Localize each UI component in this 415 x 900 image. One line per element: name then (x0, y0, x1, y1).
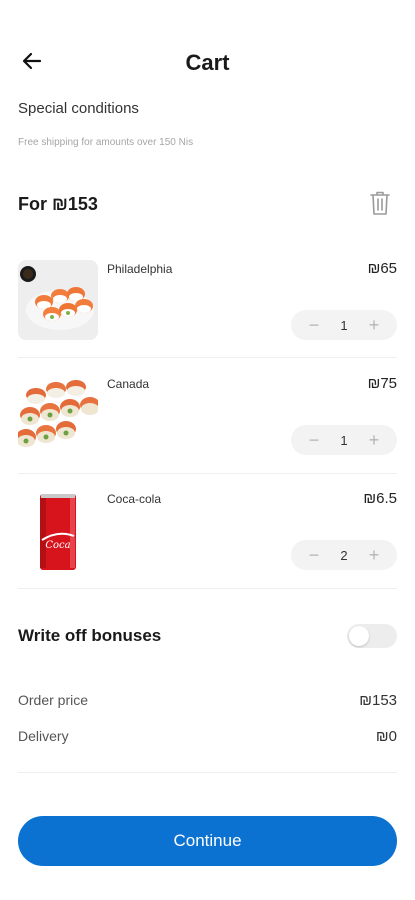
product-image: Coca (18, 490, 98, 570)
page-title: Cart (185, 50, 230, 75)
divider (18, 473, 397, 474)
divider (18, 588, 397, 589)
cart-total-label: For ₪153 (18, 194, 98, 214)
increase-button[interactable]: + (365, 431, 383, 449)
item-name: Philadelphia (107, 262, 173, 276)
svg-text:Coca: Coca (45, 540, 70, 551)
quantity-value: 1 (340, 432, 348, 448)
cart-screen: Cart Special conditions Free shipping fo… (0, 0, 415, 900)
conditions-title: Special conditions (18, 100, 139, 117)
decrease-button[interactable]: − (305, 316, 323, 334)
quantity-stepper: − 1 + (291, 310, 397, 340)
increase-button[interactable]: + (365, 546, 383, 564)
order-price-label: Order price (18, 692, 89, 708)
order-price-row: Order price ₪153 (18, 692, 397, 712)
toggle-knob (349, 626, 369, 646)
product-image (18, 260, 98, 340)
quantity-value: 1 (340, 317, 348, 333)
decrease-button[interactable]: − (305, 546, 323, 564)
decrease-button[interactable]: − (305, 431, 323, 449)
item-price: ₪6.5 (363, 490, 397, 507)
order-price-value: ₪153 (359, 692, 397, 709)
item-price: ₪75 (367, 375, 397, 392)
bonuses-label: Write off bonuses (18, 626, 162, 645)
delivery-label: Delivery (18, 728, 69, 744)
conditions-subtitle: Free shipping for amounts over 150 Nis (18, 137, 194, 148)
item-name: Canada (107, 377, 150, 391)
quantity-stepper: − 2 + (291, 540, 397, 570)
product-image (18, 375, 98, 455)
delivery-row: Delivery ₪0 (18, 728, 397, 748)
divider (18, 772, 397, 773)
item-name: Coca-cola (107, 492, 162, 506)
divider (18, 357, 397, 358)
bonuses-toggle[interactable] (347, 624, 397, 648)
continue-button[interactable]: Continue (18, 816, 397, 866)
increase-button[interactable]: + (365, 316, 383, 334)
quantity-value: 2 (340, 547, 348, 563)
cart-total-row: For ₪153 (18, 190, 397, 220)
delivery-value: ₪0 (375, 728, 397, 745)
quantity-stepper: − 1 + (291, 425, 397, 455)
item-price: ₪65 (367, 260, 397, 277)
bonuses-row: Write off bonuses (18, 620, 397, 652)
trash-icon (369, 190, 391, 221)
header: Cart (0, 40, 415, 86)
clear-cart-button[interactable] (365, 190, 395, 220)
